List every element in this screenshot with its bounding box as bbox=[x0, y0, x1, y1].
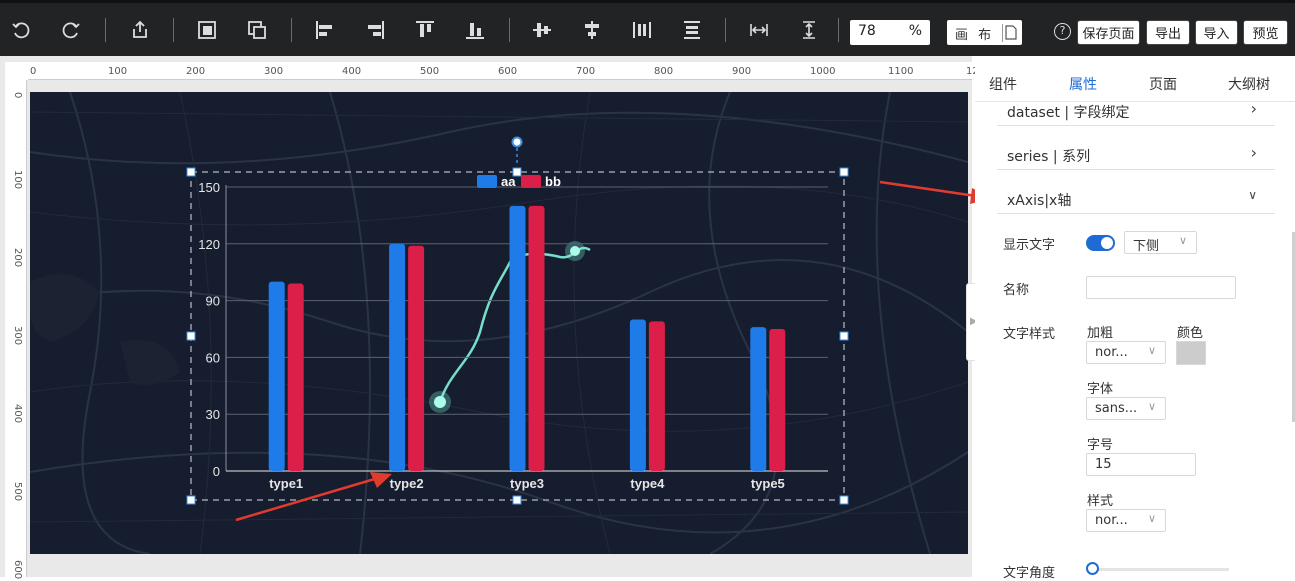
color-swatch[interactable] bbox=[1176, 341, 1206, 365]
bar-bb-type3 bbox=[528, 205, 545, 471]
legend-label-aa: aa bbox=[501, 174, 516, 189]
bar-aa-type5 bbox=[750, 327, 767, 471]
y-tick-label: 90 bbox=[206, 294, 220, 309]
chevron-down-icon: ∨ bbox=[1147, 344, 1156, 357]
legend-swatch-bb bbox=[521, 175, 541, 188]
text-angle-label: 文字角度 bbox=[1003, 566, 1056, 581]
x-tick-label: type1 bbox=[269, 476, 303, 491]
show-text-label: 显示文字 bbox=[1003, 238, 1056, 253]
bar-bb-type4 bbox=[648, 321, 665, 471]
name-input[interactable] bbox=[1086, 276, 1236, 299]
x-tick-label: type4 bbox=[630, 476, 665, 491]
style-select[interactable]: nor... ∨ bbox=[1086, 509, 1166, 532]
font-label: 字体 bbox=[1087, 382, 1114, 397]
divider bbox=[1002, 24, 1003, 42]
position-select[interactable]: 下侧 ∨ bbox=[1124, 231, 1197, 254]
tab-page[interactable]: 页面 bbox=[1149, 74, 1177, 94]
color-label: 颜色 bbox=[1177, 326, 1204, 341]
bar-bb-type2 bbox=[408, 245, 425, 471]
font-select[interactable]: sans... ∨ bbox=[1086, 397, 1166, 420]
style-label: 样式 bbox=[1087, 494, 1114, 509]
toggle-knob bbox=[1101, 237, 1113, 249]
chevron-down-icon: ∨ bbox=[1147, 400, 1156, 413]
section-xaxis[interactable]: xAxis|x轴 ∨ bbox=[997, 184, 1275, 214]
bold-select[interactable]: nor... ∨ bbox=[1086, 341, 1166, 364]
text-style-label: 文字样式 bbox=[1003, 327, 1056, 342]
bar-bb-type5 bbox=[769, 329, 786, 471]
bar-bb-type1 bbox=[287, 283, 304, 471]
bar-aa-type1 bbox=[268, 281, 285, 471]
chevron-right-icon: › bbox=[1250, 99, 1257, 118]
y-tick-label: 150 bbox=[198, 180, 220, 195]
section-dataset-label: dataset | 字段绑定 bbox=[1007, 105, 1130, 121]
angle-slider-handle[interactable] bbox=[1086, 562, 1099, 575]
bold-label: 加粗 bbox=[1087, 326, 1114, 341]
angle-slider-track[interactable] bbox=[1092, 568, 1229, 571]
chevron-down-icon: ∨ bbox=[1248, 188, 1257, 202]
chevron-down-icon: ∨ bbox=[1147, 512, 1156, 525]
y-tick-label: 60 bbox=[206, 350, 220, 365]
tab-components[interactable]: 组件 bbox=[989, 74, 1017, 94]
section-series-label: series | 系列 bbox=[1007, 149, 1091, 165]
bar-aa-type4 bbox=[629, 319, 646, 471]
y-tick-label: 30 bbox=[206, 407, 220, 422]
bar-chart[interactable]: 0 30 60 90 120 150 type1 type2 type3 type4 type5 aa… bbox=[0, 0, 972, 577]
x-tick-label: type2 bbox=[390, 476, 424, 491]
preview-button[interactable]: 预览 bbox=[1243, 20, 1288, 45]
section-xaxis-label: xAxis|x轴 bbox=[1007, 193, 1072, 209]
bar-aa-type3 bbox=[509, 205, 526, 471]
bar-aa-type2 bbox=[389, 243, 406, 471]
x-tick-label: type5 bbox=[751, 476, 785, 491]
font-value: sans... bbox=[1095, 401, 1138, 416]
x-tick-label: type3 bbox=[510, 476, 544, 491]
chevron-right-icon: › bbox=[1250, 143, 1257, 162]
y-tick-label: 0 bbox=[213, 464, 220, 479]
import-button[interactable]: 导入 bbox=[1195, 20, 1238, 45]
tab-properties[interactable]: 属性 bbox=[1069, 74, 1097, 94]
property-panel: 组件 属性 页面 大纲树 bbox=[975, 56, 1295, 577]
y-tick-label: 120 bbox=[198, 237, 220, 252]
size-label: 字号 bbox=[1087, 438, 1114, 453]
legend-swatch-aa bbox=[477, 175, 497, 188]
section-series[interactable]: series | 系列 › bbox=[997, 140, 1275, 170]
name-label: 名称 bbox=[1003, 283, 1030, 298]
tab-outline-tree[interactable]: 大纲树 bbox=[1228, 74, 1270, 94]
help-icon[interactable]: ? bbox=[1054, 23, 1071, 40]
chevron-down-icon: ∨ bbox=[1178, 234, 1187, 247]
position-value: 下侧 bbox=[1133, 239, 1160, 254]
save-page-button[interactable]: 保存页面 bbox=[1077, 20, 1140, 45]
export-button[interactable]: 导出 bbox=[1146, 20, 1190, 45]
style-value: nor... bbox=[1095, 513, 1128, 528]
section-dataset[interactable]: dataset | 字段绑定 › bbox=[997, 96, 1275, 126]
document-icon bbox=[1005, 25, 1017, 40]
bold-value: nor... bbox=[1095, 345, 1128, 360]
show-text-toggle[interactable] bbox=[1086, 235, 1115, 251]
font-size-input[interactable]: 15 bbox=[1086, 453, 1196, 476]
legend-label-bb: bb bbox=[545, 174, 561, 189]
